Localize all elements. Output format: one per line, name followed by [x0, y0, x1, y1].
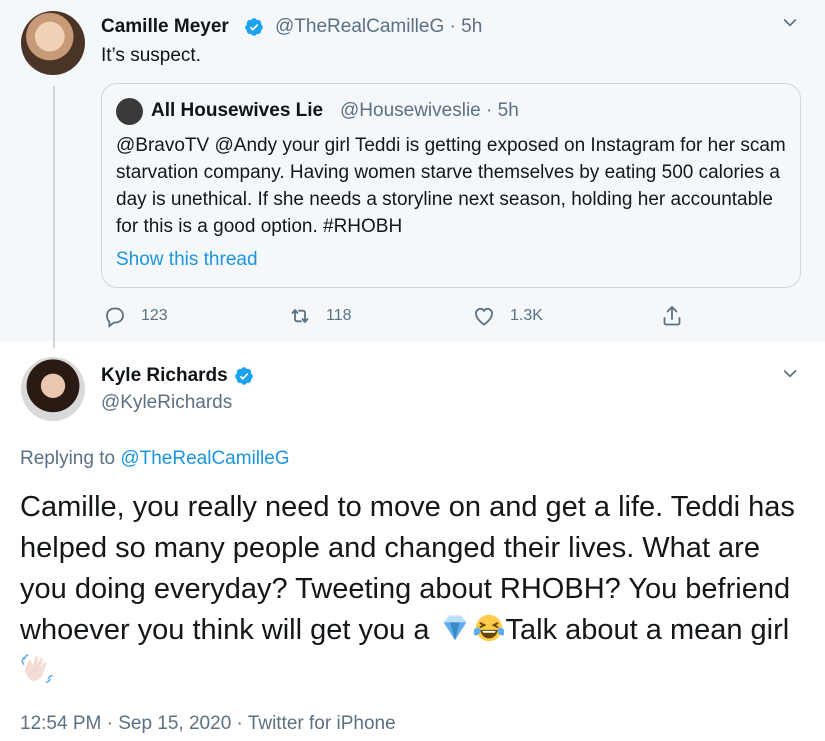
- reply-button[interactable]: 123: [103, 304, 168, 328]
- chevron-down-icon[interactable]: [780, 12, 800, 32]
- like-button[interactable]: 1.3K: [472, 304, 543, 328]
- verified-badge-icon: [235, 367, 253, 385]
- like-icon: [475, 307, 493, 326]
- reply-icon: [106, 307, 124, 328]
- quoted-author-handle: @Housewiveslie · 5h: [340, 99, 519, 123]
- retweet-count: 118: [326, 307, 352, 324]
- reply-count: 123: [141, 307, 168, 324]
- parent-tweet[interactable]: Camille Meyer @TheRealCamilleG · 5h It’s…: [0, 0, 825, 348]
- quoted-avatar: [116, 98, 143, 125]
- retweet-icon: [291, 309, 309, 323]
- tweet-timestamp[interactable]: 12:54 PM · Sep 15, 2020 · Twitter for iP…: [20, 712, 396, 736]
- tweet-text-part2: Talk about a mean girl: [505, 614, 790, 646]
- avatar[interactable]: [21, 357, 85, 421]
- like-count: 1.3K: [510, 307, 543, 324]
- author-name[interactable]: Kyle Richards: [101, 364, 228, 388]
- share-button[interactable]: [660, 304, 698, 328]
- share-icon: [663, 306, 681, 326]
- waving-hand-emoji: [21, 654, 53, 683]
- replying-prefix: Replying to: [20, 448, 116, 469]
- tweet-text: Camille, you really need to move on and …: [20, 487, 810, 692]
- separator-dot: ·: [486, 100, 493, 121]
- author-handle[interactable]: @TheRealCamilleG · 5h: [275, 15, 482, 39]
- replying-to: Replying to @TheRealCamilleG: [20, 447, 290, 471]
- separator-dot: ·: [449, 16, 456, 37]
- avatar[interactable]: [21, 11, 85, 75]
- tweet-text: It’s suspect.: [101, 45, 201, 66]
- replying-to-mention[interactable]: @TheRealCamilleG: [120, 448, 289, 469]
- quoted-author-name: All Housewives Lie: [151, 100, 324, 121]
- chevron-down-icon[interactable]: [780, 363, 800, 383]
- retweet-button[interactable]: 118: [288, 304, 352, 328]
- verified-badge-icon: [245, 18, 263, 36]
- gem-emoji: [443, 615, 466, 641]
- quoted-tweet-text: @BravoTV @Andy your girl Teddi is gettin…: [116, 135, 786, 237]
- tears-of-joy-emoji: [473, 614, 504, 642]
- handle-text: @TheRealCamilleG: [275, 16, 445, 37]
- author-name[interactable]: Camille Meyer: [101, 15, 229, 39]
- quoted-handle-text: @Housewiveslie: [340, 100, 481, 121]
- author-handle[interactable]: @KyleRichards: [101, 391, 232, 415]
- tweet-time[interactable]: 5h: [461, 16, 482, 37]
- show-thread-link[interactable]: Show this thread: [116, 248, 258, 272]
- quoted-tweet-time: 5h: [497, 100, 519, 121]
- thread-connector-line: [53, 86, 55, 348]
